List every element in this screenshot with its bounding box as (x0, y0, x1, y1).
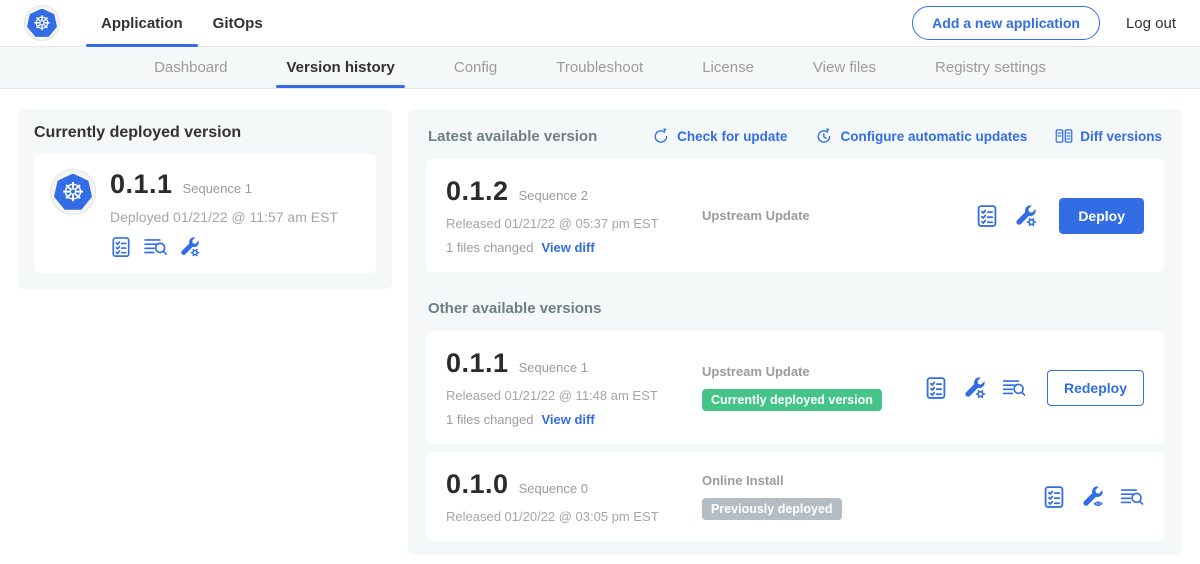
configure-automatic-updates-link[interactable]: Configure automatic updates (815, 127, 1027, 145)
currently-deployed-panel: Currently deployed version ☸ 0.1.1 Seque… (18, 109, 392, 289)
subnav-dashboard[interactable]: Dashboard (154, 47, 227, 88)
released-timestamp: Released 01/21/22 @ 11:48 am EST (446, 388, 702, 403)
top-tabs: Application GitOps (86, 0, 278, 46)
add-application-button[interactable]: Add a new application (912, 6, 1100, 40)
deployed-sequence-label: Sequence 1 (183, 181, 252, 196)
config-wrench-gear-icon[interactable] (179, 236, 201, 258)
other-versions-title: Other available versions (428, 300, 1162, 317)
currently-deployed-card: ☸ 0.1.1 Sequence 1 Deployed 01/21/22 @ 1… (34, 154, 376, 273)
subnav-version-history[interactable]: Version history (286, 47, 394, 88)
currently-deployed-badge: Currently deployed version (702, 389, 882, 411)
schedule-update-icon (815, 127, 833, 145)
sequence-label: Sequence 2 (519, 188, 588, 203)
deployed-version-number: 0.1.1 (110, 169, 173, 200)
subnav-view-files[interactable]: View files (813, 47, 876, 88)
refresh-icon (652, 127, 670, 145)
latest-available-title: Latest available version (428, 128, 597, 145)
files-changed-label: 1 files changed (446, 240, 533, 255)
diff-versions-link[interactable]: Diff versions (1055, 127, 1162, 145)
helm-wheel-icon: ☸ (27, 9, 57, 38)
version-card-0-1-1: 0.1.1 Sequence 1 Released 01/21/22 @ 11:… (426, 331, 1164, 444)
deploy-button[interactable]: Deploy (1059, 198, 1144, 234)
config-wrench-gear-icon[interactable] (1014, 204, 1038, 228)
tab-application[interactable]: Application (86, 0, 198, 46)
app-subnav: Dashboard Version history Config Trouble… (0, 47, 1200, 89)
version-card-0-1-2: 0.1.2 Sequence 2 Released 01/21/22 @ 05:… (426, 159, 1164, 272)
preflight-checklist-icon[interactable] (975, 204, 999, 228)
preflight-checklist-icon[interactable] (924, 376, 948, 400)
previously-deployed-badge: Previously deployed (702, 498, 842, 520)
subnav-config[interactable]: Config (454, 47, 497, 88)
config-wrench-view-icon[interactable] (1081, 485, 1105, 509)
kubernetes-logo-icon: ☸ (24, 5, 60, 41)
sequence-label: Sequence 1 (519, 360, 588, 375)
version-source-label: Upstream Update (702, 364, 924, 379)
logout-button[interactable]: Log out (1126, 15, 1176, 32)
app-icon: ☸ (50, 169, 96, 215)
deploy-logs-icon[interactable] (1002, 376, 1026, 400)
version-source-label: Upstream Update (702, 208, 975, 223)
version-card-0-1-0: 0.1.0 Sequence 0 Released 01/20/22 @ 03:… (426, 452, 1164, 541)
subnav-troubleshoot[interactable]: Troubleshoot (556, 47, 643, 88)
deploy-logs-icon[interactable] (143, 236, 168, 258)
subnav-registry-settings[interactable]: Registry settings (935, 47, 1046, 88)
version-source-label: Online Install (702, 473, 1042, 488)
check-for-update-link[interactable]: Check for update (652, 127, 787, 145)
currently-deployed-title: Currently deployed version (34, 124, 376, 142)
view-diff-link[interactable]: View diff (541, 240, 594, 255)
version-number: 0.1.0 (446, 469, 509, 500)
files-changed-label: 1 files changed (446, 412, 533, 427)
view-diff-link[interactable]: View diff (541, 412, 594, 427)
version-history-panel: Latest available version Check for updat… (408, 109, 1182, 555)
tab-gitops[interactable]: GitOps (198, 0, 278, 46)
topbar-right: Add a new application Log out (912, 6, 1176, 40)
released-timestamp: Released 01/20/22 @ 03:05 pm EST (446, 509, 702, 524)
tab-gitops-label: GitOps (213, 15, 263, 32)
preflight-checklist-icon[interactable] (110, 236, 132, 258)
sequence-label: Sequence 0 (519, 481, 588, 496)
version-number: 0.1.2 (446, 176, 509, 207)
version-number: 0.1.1 (446, 348, 509, 379)
tab-application-label: Application (101, 15, 183, 32)
helm-wheel-icon: ☸ (54, 174, 92, 211)
top-navbar: ☸ Application GitOps Add a new applicati… (0, 0, 1200, 47)
diff-icon (1055, 127, 1073, 145)
deploy-logs-icon[interactable] (1120, 485, 1144, 509)
main-content: Currently deployed version ☸ 0.1.1 Seque… (0, 89, 1200, 564)
redeploy-button[interactable]: Redeploy (1047, 370, 1144, 406)
preflight-checklist-icon[interactable] (1042, 485, 1066, 509)
config-wrench-gear-icon[interactable] (963, 376, 987, 400)
released-timestamp: Released 01/21/22 @ 05:37 pm EST (446, 216, 702, 231)
deployed-timestamp: Deployed 01/21/22 @ 11:57 am EST (110, 209, 338, 225)
subnav-license[interactable]: License (702, 47, 754, 88)
